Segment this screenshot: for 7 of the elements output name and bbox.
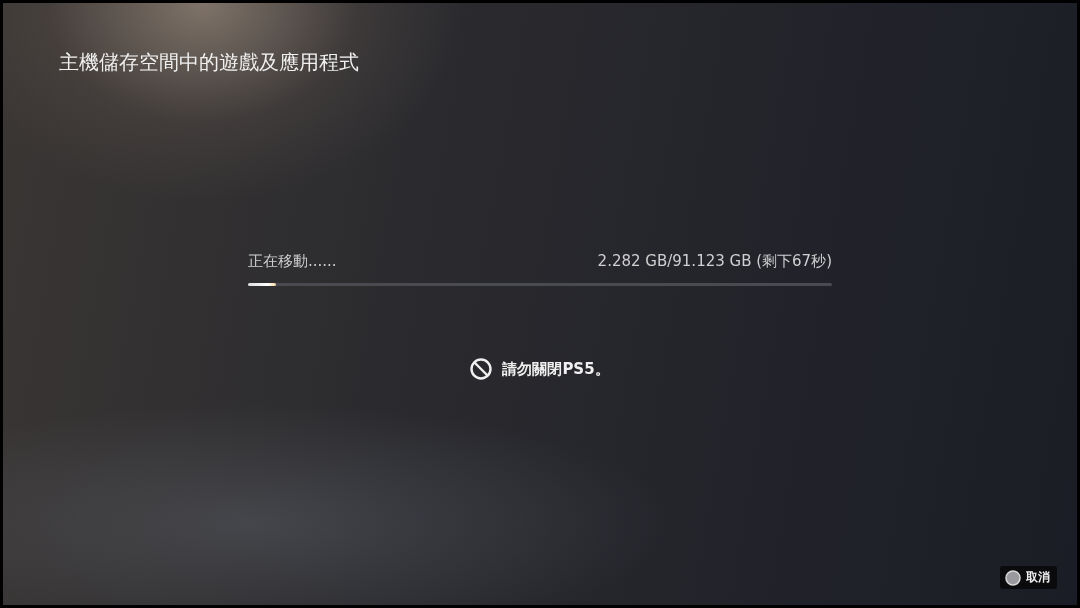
progress-reading: 2.282 GB/91.123 GB (剩下67秒) (597, 252, 832, 271)
status-text: 正在移動...... (248, 252, 337, 271)
prohibited-icon (470, 358, 493, 380)
circle-icon (1005, 569, 1021, 586)
cancel-button[interactable]: 取消 (1000, 566, 1057, 589)
warning-text: 請勿關閉PS5。 (502, 359, 610, 379)
page-title: 主機儲存空間中的遊戲及應用程式 (59, 49, 360, 76)
